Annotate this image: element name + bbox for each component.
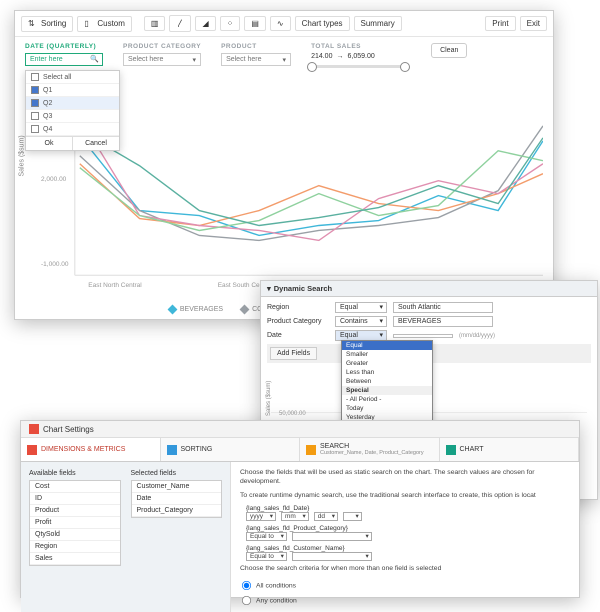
filter-category: PRODUCT CATEGORY Select here xyxy=(123,43,201,66)
charttype-stacked[interactable]: ▤ xyxy=(244,16,266,31)
date-option[interactable]: Smaller xyxy=(342,350,432,359)
charttype-scatter[interactable]: ⁘ xyxy=(220,16,241,31)
avail-item[interactable]: Product xyxy=(30,505,120,517)
dims-icon xyxy=(27,445,37,455)
sel-item[interactable]: Customer_Name xyxy=(132,481,222,493)
clean-button[interactable]: Clean xyxy=(431,43,467,58)
search-config: Choose the fields that will be used as s… xyxy=(231,462,579,612)
range-slider[interactable] xyxy=(311,65,406,68)
date-option[interactable]: Special xyxy=(342,386,432,395)
chart-panel: ⇅Sorting ▯Custom ▥ 〳 ◢ ⁘ ▤ ∿ Chart types… xyxy=(14,10,554,320)
exit-button[interactable]: Exit xyxy=(520,16,547,31)
settings-icon xyxy=(29,424,39,434)
range-low: 214.00 xyxy=(311,53,332,60)
avail-item[interactable]: ID xyxy=(30,493,120,505)
avail-item[interactable]: Region xyxy=(30,541,120,553)
tab-sorting[interactable]: SORTING xyxy=(161,438,301,461)
selected-list[interactable]: Customer_NameDateProduct_Category xyxy=(131,480,223,518)
chart-settings-panel: Chart Settings DIMENSIONS & METRICS SORT… xyxy=(20,420,580,598)
charttype-line[interactable]: 〳 xyxy=(169,15,191,32)
chart-tab-icon xyxy=(446,445,456,455)
add-fields-button[interactable]: Add Fields xyxy=(270,347,317,360)
filters-row: DATE (QUARTERLY) Enter here Select all Q… xyxy=(15,37,553,98)
date-val[interactable] xyxy=(393,334,453,338)
radio-all[interactable]: All conditions xyxy=(240,579,570,592)
charttypes-button[interactable]: Chart types xyxy=(295,16,350,31)
line-chart-icon: 〳 xyxy=(176,18,184,29)
filter-date-label: DATE (QUARTERLY) xyxy=(25,43,103,50)
cust-val-sel[interactable] xyxy=(292,552,372,561)
avail-item[interactable]: Profit xyxy=(30,517,120,529)
date-option[interactable]: Less than xyxy=(342,368,432,377)
date-option[interactable]: Equal xyxy=(342,341,432,350)
date-extra[interactable] xyxy=(343,512,362,521)
filter-product: PRODUCT Select here xyxy=(221,43,291,66)
bar-chart-icon: ▥ xyxy=(151,19,159,28)
dd-ok[interactable]: Ok xyxy=(26,137,73,150)
sort-icon xyxy=(167,445,177,455)
tab-dimensions[interactable]: DIMENSIONS & METRICS xyxy=(21,438,161,461)
category-select[interactable]: Select here xyxy=(123,53,201,66)
search-tab-icon xyxy=(306,445,316,455)
tab-search[interactable]: SEARCHCustomer_Name, Date, Product_Categ… xyxy=(300,438,440,461)
sel-item[interactable]: Product_Category xyxy=(132,505,222,517)
available-list[interactable]: CostIDProductProfitQtySoldRegionSales xyxy=(29,480,121,566)
dd-cancel[interactable]: Cancel xyxy=(73,137,119,150)
charttype-spline[interactable]: ∿ xyxy=(270,16,291,31)
settings-tabs: DIMENSIONS & METRICS SORTING SEARCHCusto… xyxy=(21,438,579,462)
cat-val-sel[interactable] xyxy=(292,532,372,541)
date-yyyy[interactable]: yyyy xyxy=(246,512,276,521)
toolbar: ⇅Sorting ▯Custom ▥ 〳 ◢ ⁘ ▤ ∿ Chart types… xyxy=(15,11,553,37)
sort-icon: ⇅ xyxy=(28,19,38,29)
date-option[interactable]: Between xyxy=(342,377,432,386)
print-button[interactable]: Print xyxy=(485,16,515,31)
stacked-icon: ▤ xyxy=(251,19,259,28)
charttype-bar[interactable]: ▥ xyxy=(144,16,166,31)
dd-q1[interactable]: Q1 xyxy=(26,84,119,97)
region-val[interactable]: South Atlantic xyxy=(393,302,493,313)
chevron-down-icon[interactable]: ▾ xyxy=(267,284,271,293)
dd-select-all[interactable]: Select all xyxy=(26,71,119,84)
date-dropdown: Select all Q1 Q2 Q3 Q4 Ok Cancel xyxy=(25,70,120,151)
region-op[interactable]: Equal xyxy=(335,302,387,313)
date-dd[interactable]: dd xyxy=(314,512,338,521)
scatter-icon: ⁘ xyxy=(227,19,234,28)
cust-op-sel[interactable]: Equal to xyxy=(246,552,287,561)
cat-op-sel[interactable]: Equal to xyxy=(246,532,287,541)
sorting-button[interactable]: ⇅Sorting xyxy=(21,16,73,32)
date-option[interactable]: Today xyxy=(342,404,432,413)
date-option[interactable]: Greater xyxy=(342,359,432,368)
fields-columns: Available fields CostIDProductProfitQtyS… xyxy=(21,462,231,612)
radio-any[interactable]: Any condition xyxy=(240,594,570,607)
product-select[interactable]: Select here xyxy=(221,53,291,66)
filter-total: TOTAL SALES 214.00 → 6,059.00 xyxy=(311,43,411,68)
avail-item[interactable]: Cost xyxy=(30,481,120,493)
dd-q4[interactable]: Q4 xyxy=(26,123,119,136)
cat-op[interactable]: Contains xyxy=(335,316,387,327)
custom-button[interactable]: ▯Custom xyxy=(77,16,132,32)
bar-icon: ▯ xyxy=(84,19,94,29)
avail-item[interactable]: Sales xyxy=(30,553,120,565)
dd-q2[interactable]: Q2 xyxy=(26,97,119,110)
avail-item[interactable]: QtySold xyxy=(30,529,120,541)
spline-icon: ∿ xyxy=(277,19,284,28)
date-mm[interactable]: mm xyxy=(281,512,309,521)
cat-val[interactable]: BEVERAGES xyxy=(393,316,493,327)
filter-date: DATE (QUARTERLY) Enter here Select all Q… xyxy=(25,43,103,66)
dd-q3[interactable]: Q3 xyxy=(26,110,119,123)
dynamic-search-header: ▾Dynamic Search xyxy=(261,281,597,297)
range-high: 6,059.00 xyxy=(347,53,374,60)
date-option[interactable]: - All Period - xyxy=(342,395,432,404)
charttype-area[interactable]: ◢ xyxy=(195,16,215,31)
settings-title: Chart Settings xyxy=(21,421,579,438)
summary-button[interactable]: Summary xyxy=(354,16,402,31)
area-chart-icon: ◢ xyxy=(202,19,208,28)
tab-chart[interactable]: CHART xyxy=(440,438,580,461)
date-search-input[interactable]: Enter here xyxy=(25,53,103,66)
sel-item[interactable]: Date xyxy=(132,493,222,505)
